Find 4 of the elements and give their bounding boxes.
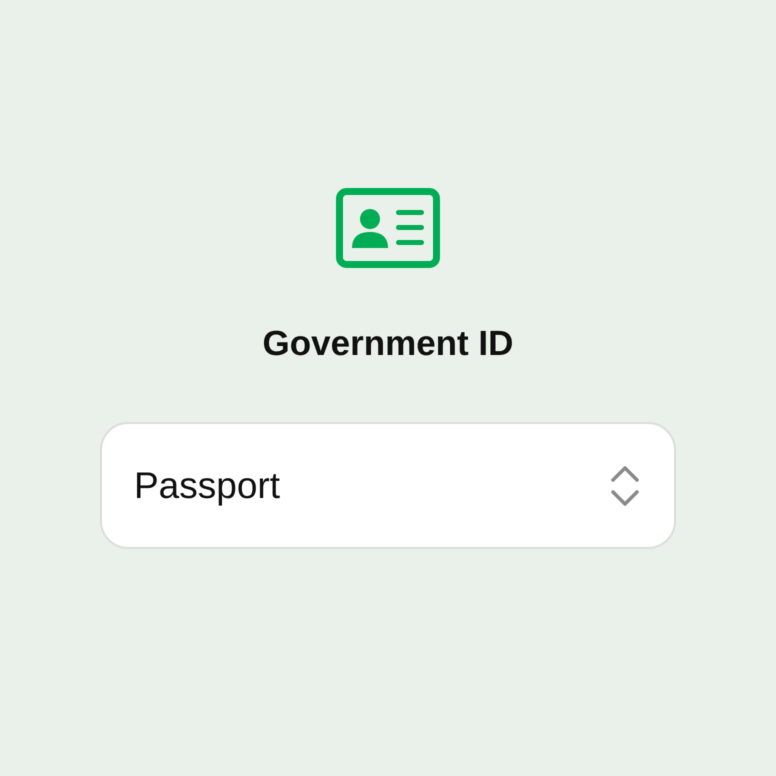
id-type-select[interactable]: Passport [100, 422, 676, 549]
id-card-icon [336, 188, 440, 268]
chevron-up-down-icon [610, 464, 640, 506]
section-title: Government ID [262, 323, 514, 365]
